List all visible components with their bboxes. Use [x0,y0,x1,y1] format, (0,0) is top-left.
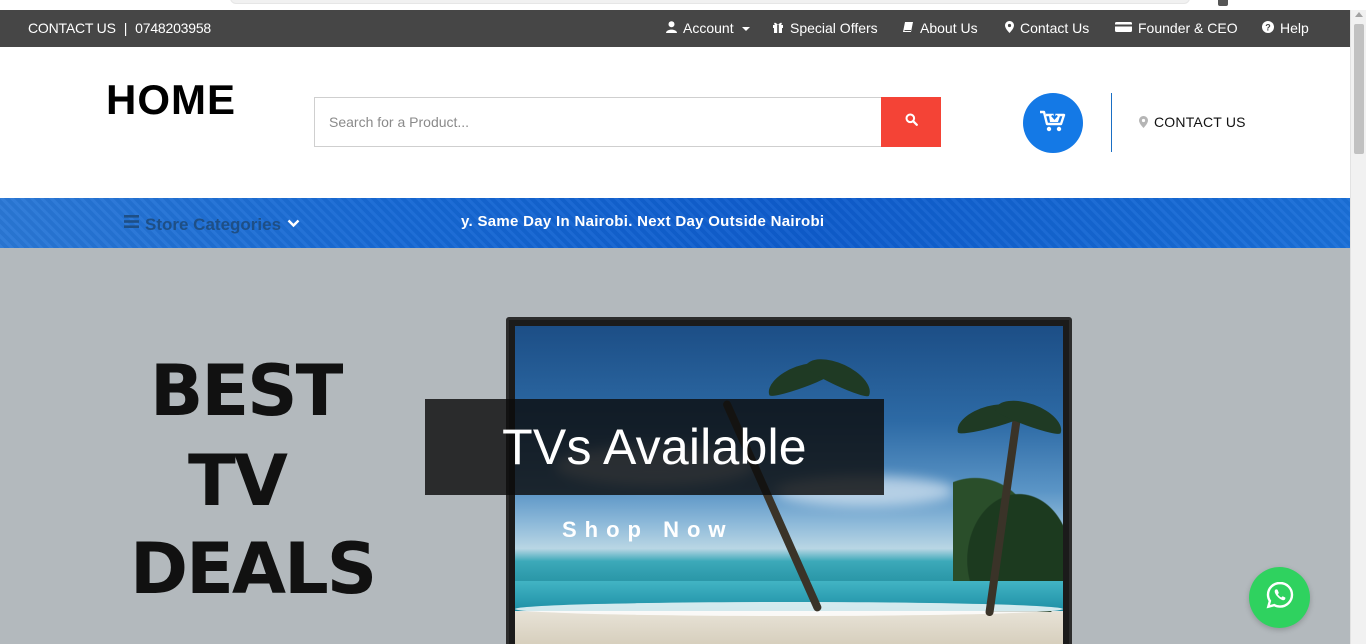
caret-down-icon [742,27,751,31]
topnav-special-offers[interactable]: Special Offers [772,10,878,47]
topnav-help-label: Help [1280,20,1309,36]
gift-icon [772,11,784,48]
search-bar [314,97,941,147]
map-marker-icon [1139,115,1148,131]
search-icon [905,113,918,131]
topnav-about-us-label: About Us [920,20,978,36]
page: CONTACT US | 0748203958 Account Special Of… [0,0,1366,644]
hero-title-box: TVs Available [425,399,884,495]
search-input[interactable] [315,98,881,146]
header-divider [1111,93,1112,152]
topbar-separator: | [123,20,128,36]
chevron-down-icon [287,198,300,248]
topbar-phone[interactable]: 0748203958 [135,20,211,36]
deal-line: BEST [150,350,343,432]
svg-text:?: ? [1265,22,1271,32]
topnav-account[interactable]: Account [666,10,751,48]
site-logo[interactable]: HOME [106,76,236,124]
menu-bars-icon [124,198,139,248]
map-marker-icon [1005,11,1014,48]
browser-address-bar[interactable] [230,0,1190,4]
delivery-ticker: y. Same Day In Nairobi. Next Day Outside… [461,213,825,230]
whatsapp-icon [1265,580,1295,615]
site-header: HOME CONTACT US [0,47,1350,198]
shop-now-button[interactable]: Shop Now [562,517,734,543]
topnav-founder-ceo[interactable]: Founder & CEO [1115,10,1238,47]
top-bar: CONTACT US | 0748203958 Account Special Of… [0,10,1350,47]
header-contact-link[interactable]: CONTACT US [1139,114,1246,131]
palm-frond [993,392,1063,438]
topnav-help[interactable]: ? Help [1262,10,1309,47]
whatsapp-button[interactable] [1249,567,1310,628]
browser-extension-icon[interactable] [1218,0,1228,6]
topnav-account-label: Account [683,20,734,36]
scroll-up-arrow-icon[interactable] [1355,12,1363,17]
deal-line: DEALS [130,528,377,610]
credit-card-icon [1115,11,1132,48]
scrollbar-thumb[interactable] [1354,24,1364,154]
browser-strip [0,0,1366,10]
cart-button[interactable] [1023,93,1083,153]
deal-line: TV [188,440,288,522]
page-scrollbar[interactable] [1350,10,1366,644]
wave-foam [515,602,1063,616]
cart-icon [1039,109,1067,138]
header-contact-label: CONTACT US [1154,114,1246,130]
topbar-contact: CONTACT US | 0748203958 [28,10,211,47]
topnav-contact-us[interactable]: Contact Us [1005,10,1089,47]
category-band: Store Categories y. Same Day In Nairobi.… [0,198,1350,248]
question-circle-icon: ? [1262,11,1274,48]
book-icon [902,11,914,48]
topnav-contact-us-label: Contact Us [1020,20,1090,36]
store-categories-label: Store Categories [145,215,282,234]
sand [515,612,1063,644]
topbar-contact-label[interactable]: CONTACT US [28,20,116,36]
store-categories-toggle[interactable]: Store Categories [124,198,300,248]
user-icon [666,11,677,48]
hero-banner: BEST TV DEALS TVs Available Shop Now [0,248,1350,644]
topnav-about-us[interactable]: About Us [902,10,978,47]
hero-title: TVs Available [502,419,807,475]
search-button[interactable] [881,97,941,147]
topnav-special-offers-label: Special Offers [790,20,878,36]
topnav-founder-ceo-label: Founder & CEO [1138,20,1238,36]
